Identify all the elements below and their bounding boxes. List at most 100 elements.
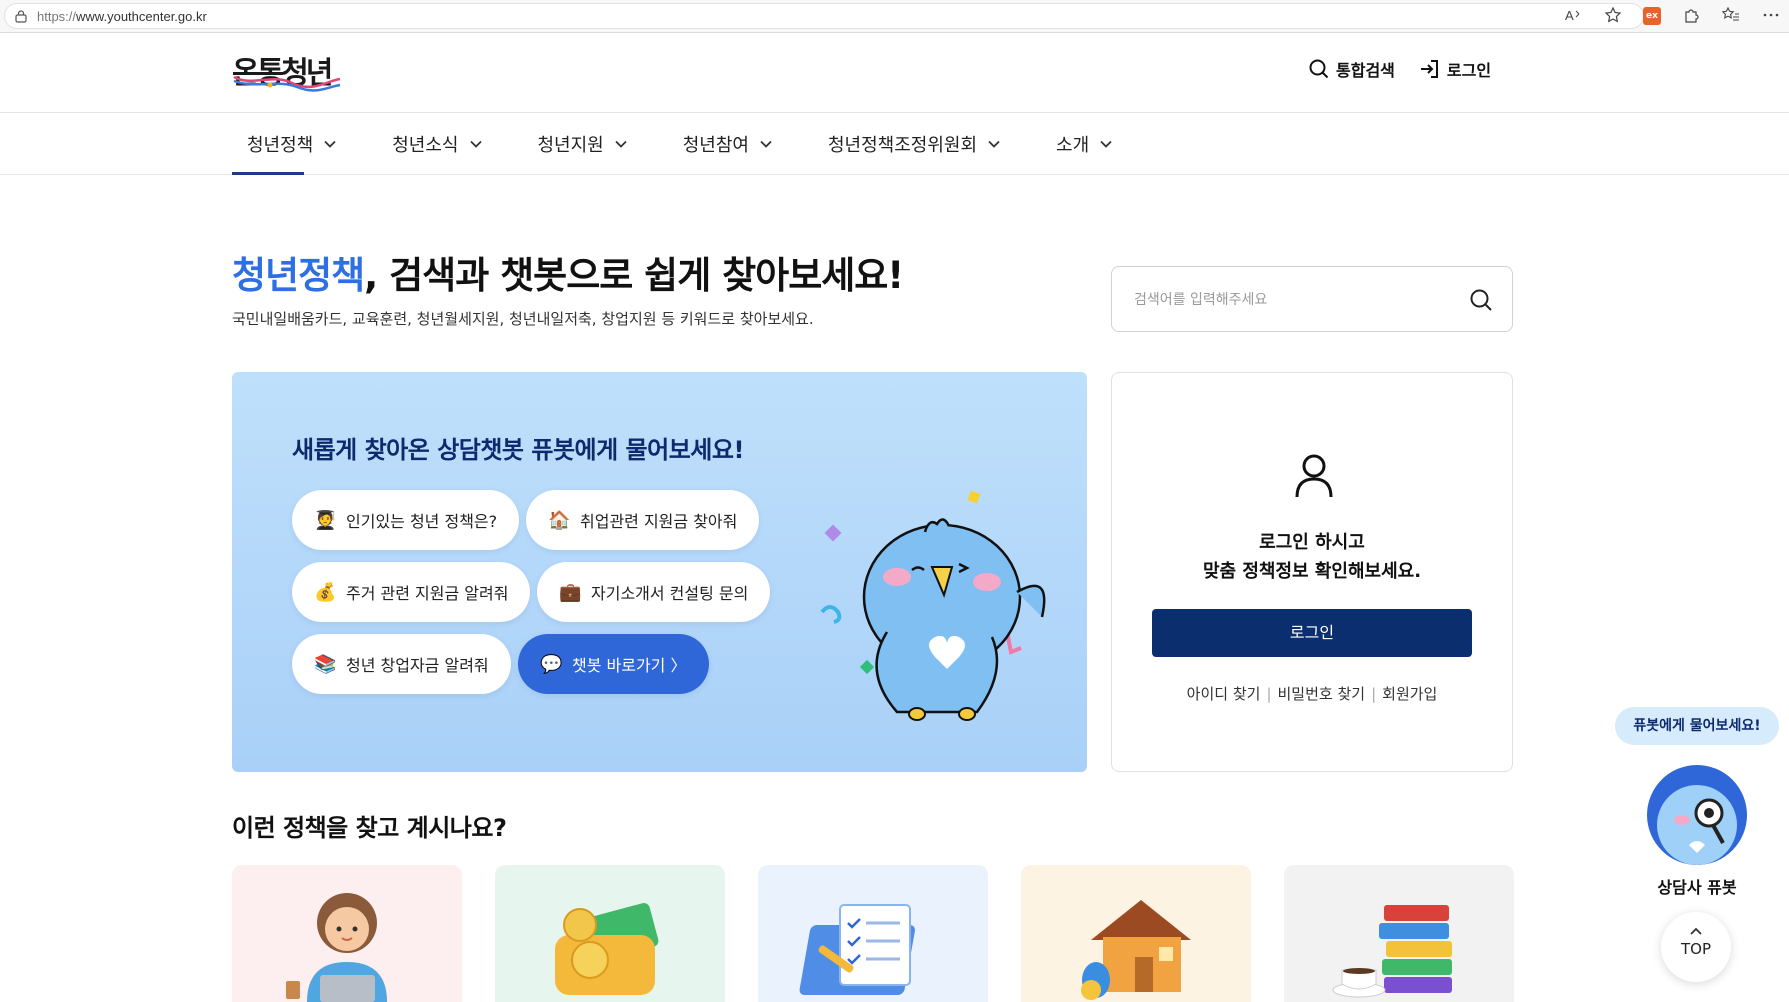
chevron-down-icon [988, 140, 1000, 148]
favorites-list-icon[interactable] [1721, 6, 1741, 26]
briefcase-icon: 💼 [559, 581, 582, 603]
pubot-label: 상담사 퓨봇 [1657, 878, 1737, 897]
login-panel: 로그인 하시고 맞춤 정책정보 확인해보세요. 로그인 아이디 찾기 | 비밀번호 … [1111, 372, 1513, 772]
link-separator: | [1266, 685, 1272, 703]
policy-search-input[interactable] [1134, 287, 1454, 313]
books-coffee-illustration [1332, 905, 1452, 998]
nav-item-youth-participation[interactable]: 청년참여 [668, 113, 788, 175]
pubot-mascot-illustration [820, 490, 1046, 721]
house-illustration [1081, 900, 1191, 1000]
wallet-money-illustration [555, 903, 659, 995]
chip-label: 취업관련 지원금 찾아줘 [580, 512, 738, 531]
money-bag-icon: 💰 [314, 581, 337, 603]
login-message-line2: 맞춤 정책정보 확인해보세요. [1202, 561, 1422, 582]
header-login-label: 로그인 [1446, 61, 1492, 80]
extensions-puzzle-icon[interactable] [1681, 6, 1701, 26]
nav-item-youth-news[interactable]: 청년소식 [377, 113, 497, 175]
chip-employment-grant[interactable]: 🏠 취업관련 지원금 찾아줘 [526, 490, 760, 550]
recommended-section-title: 이런 정책을 찾고 계시나요? [232, 814, 507, 842]
chevron-down-icon [1100, 140, 1112, 148]
policy-search-box [1111, 266, 1513, 332]
svg-text:A: A [1565, 8, 1574, 23]
chatbot-heading: 새롭게 찾아온 상담챗봇 퓨봇에게 물어보세요! [292, 430, 744, 465]
signup-link[interactable]: 회원가입 [1382, 685, 1437, 703]
site-logo[interactable]: 온통청년 [232, 43, 342, 101]
chatbot-heading-prefix: 새롭게 찾아온 상담챗봇 [292, 436, 532, 464]
login-message-line1: 로그인 하시고 [1259, 532, 1365, 553]
chip-label: 주거 관련 지원금 알려줘 [346, 584, 509, 603]
favorite-star-icon[interactable] [1603, 6, 1623, 26]
policy-card-housing[interactable] [1021, 865, 1251, 1002]
chatbot-heading-name: 퓨봇 [531, 436, 575, 464]
chip-label: 청년 창업자금 알려줘 [346, 656, 489, 675]
nav-label: 청년지원 [537, 135, 604, 156]
search-icon [1309, 59, 1329, 79]
policy-card-finance[interactable] [495, 865, 725, 1002]
main-navigation: 청년정책 청년소식 청년지원 청년참여 청년정책조정위원회 소개 [0, 113, 1789, 175]
chip-label: 인기있는 청년 정책은? [346, 512, 498, 531]
lock-icon [15, 10, 27, 23]
scroll-top-button[interactable]: TOP [1661, 912, 1731, 982]
chatbot-shortcut-button[interactable]: 💬 챗봇 바로가기 〉 [518, 634, 709, 694]
speech-bubble-icon: 💬 [540, 653, 563, 675]
books-icon: 📚 [314, 653, 337, 675]
chatbot-prompt-bubble[interactable]: 퓨봇에게 물어보세요! [1615, 707, 1779, 745]
integrated-search-label: 통합검색 [1336, 61, 1395, 80]
nav-item-policy-committee[interactable]: 청년정책조정위원회 [813, 113, 1016, 175]
chip-popular-policy[interactable]: 🧑‍🎓 인기있는 청년 정책은? [292, 490, 520, 550]
nav-item-youth-support[interactable]: 청년지원 [523, 113, 643, 175]
checklist-illustration [799, 904, 915, 995]
chevron-up-icon [1661, 924, 1731, 940]
link-separator: | [1371, 685, 1377, 703]
site-header: 온통청년 통합검색 로그인 [0, 33, 1789, 113]
person-laptop-illustration [286, 893, 387, 1002]
hero-subtitle: 국민내일배움카드, 교육훈련, 청년월세지원, 청년내일저축, 창업지원 등 키… [232, 310, 814, 328]
house-icon: 🏠 [548, 509, 571, 531]
integrated-search-button[interactable]: 통합검색 [1308, 57, 1395, 81]
graduate-icon: 🧑‍🎓 [314, 509, 337, 531]
policy-card-education[interactable] [232, 865, 462, 1002]
header-login-button[interactable]: 로그인 [1419, 57, 1491, 81]
nav-label: 청년소식 [392, 135, 459, 156]
chip-label: 챗봇 바로가기 〉 [572, 656, 687, 675]
chevron-down-icon [324, 140, 336, 148]
find-password-link[interactable]: 비밀번호 찾기 [1278, 685, 1366, 703]
nav-label: 청년참여 [682, 135, 749, 156]
user-icon [1295, 454, 1333, 498]
address-bar[interactable]: https://www.youthcenter.go.kr [4, 3, 1644, 29]
chatbot-panel: 새롭게 찾아온 상담챗봇 퓨봇에게 물어보세요! 🧑‍🎓 인기있는 청년 정책은… [232, 372, 1087, 772]
chevron-down-icon [615, 140, 627, 148]
login-icon [1420, 60, 1438, 78]
more-menu-icon[interactable] [1761, 6, 1781, 26]
hero-title-accent: 청년정책 [232, 254, 365, 297]
chip-resume-consulting[interactable]: 💼 자기소개서 컨설팅 문의 [537, 562, 771, 622]
nav-label: 소개 [1056, 135, 1090, 156]
login-message: 로그인 하시고 맞춤 정책정보 확인해보세요. [1112, 528, 1512, 586]
nav-item-youth-policy[interactable]: 청년정책 [232, 113, 352, 175]
read-aloud-icon[interactable]: A [1563, 6, 1583, 26]
find-id-link[interactable]: 아이디 찾기 [1187, 685, 1261, 703]
url-text: https://www.youthcenter.go.kr [37, 9, 207, 24]
account-links: 아이디 찾기 | 비밀번호 찾기 | 회원가입 [1112, 683, 1512, 704]
browser-toolbar: https://www.youthcenter.go.kr A ex [0, 0, 1789, 33]
login-button[interactable]: 로그인 [1152, 609, 1472, 657]
chip-housing-grant[interactable]: 💰 주거 관련 지원금 알려줘 [292, 562, 531, 622]
nav-item-about[interactable]: 소개 [1041, 113, 1128, 175]
url-host: www.youthcenter.go.kr [76, 9, 207, 24]
pubot-avatar-button[interactable] [1647, 765, 1747, 865]
nav-label: 청년정책조정위원회 [828, 135, 978, 156]
hero-title: 청년정책, 검색과 챗봇으로 쉽게 찾아보세요! [232, 245, 904, 299]
chevron-down-icon [760, 140, 772, 148]
chip-label: 자기소개서 컨설팅 문의 [591, 584, 749, 603]
chevron-down-icon [469, 140, 482, 148]
policy-card-culture[interactable] [1284, 865, 1514, 1002]
policy-card-application[interactable] [758, 865, 988, 1002]
extension-icon[interactable]: ex [1643, 7, 1661, 25]
nav-label: 청년정책 [247, 135, 314, 156]
chip-startup-fund[interactable]: 📚 청년 창업자금 알려줘 [292, 634, 511, 694]
search-submit-icon[interactable] [1468, 287, 1494, 313]
hero-title-rest: , 검색과 챗봇으로 쉽게 찾아보세요! [364, 254, 904, 297]
url-protocol: https:// [37, 9, 77, 24]
pubot-avatar-icon [1657, 785, 1737, 865]
scroll-top-label: TOP [1680, 940, 1711, 958]
